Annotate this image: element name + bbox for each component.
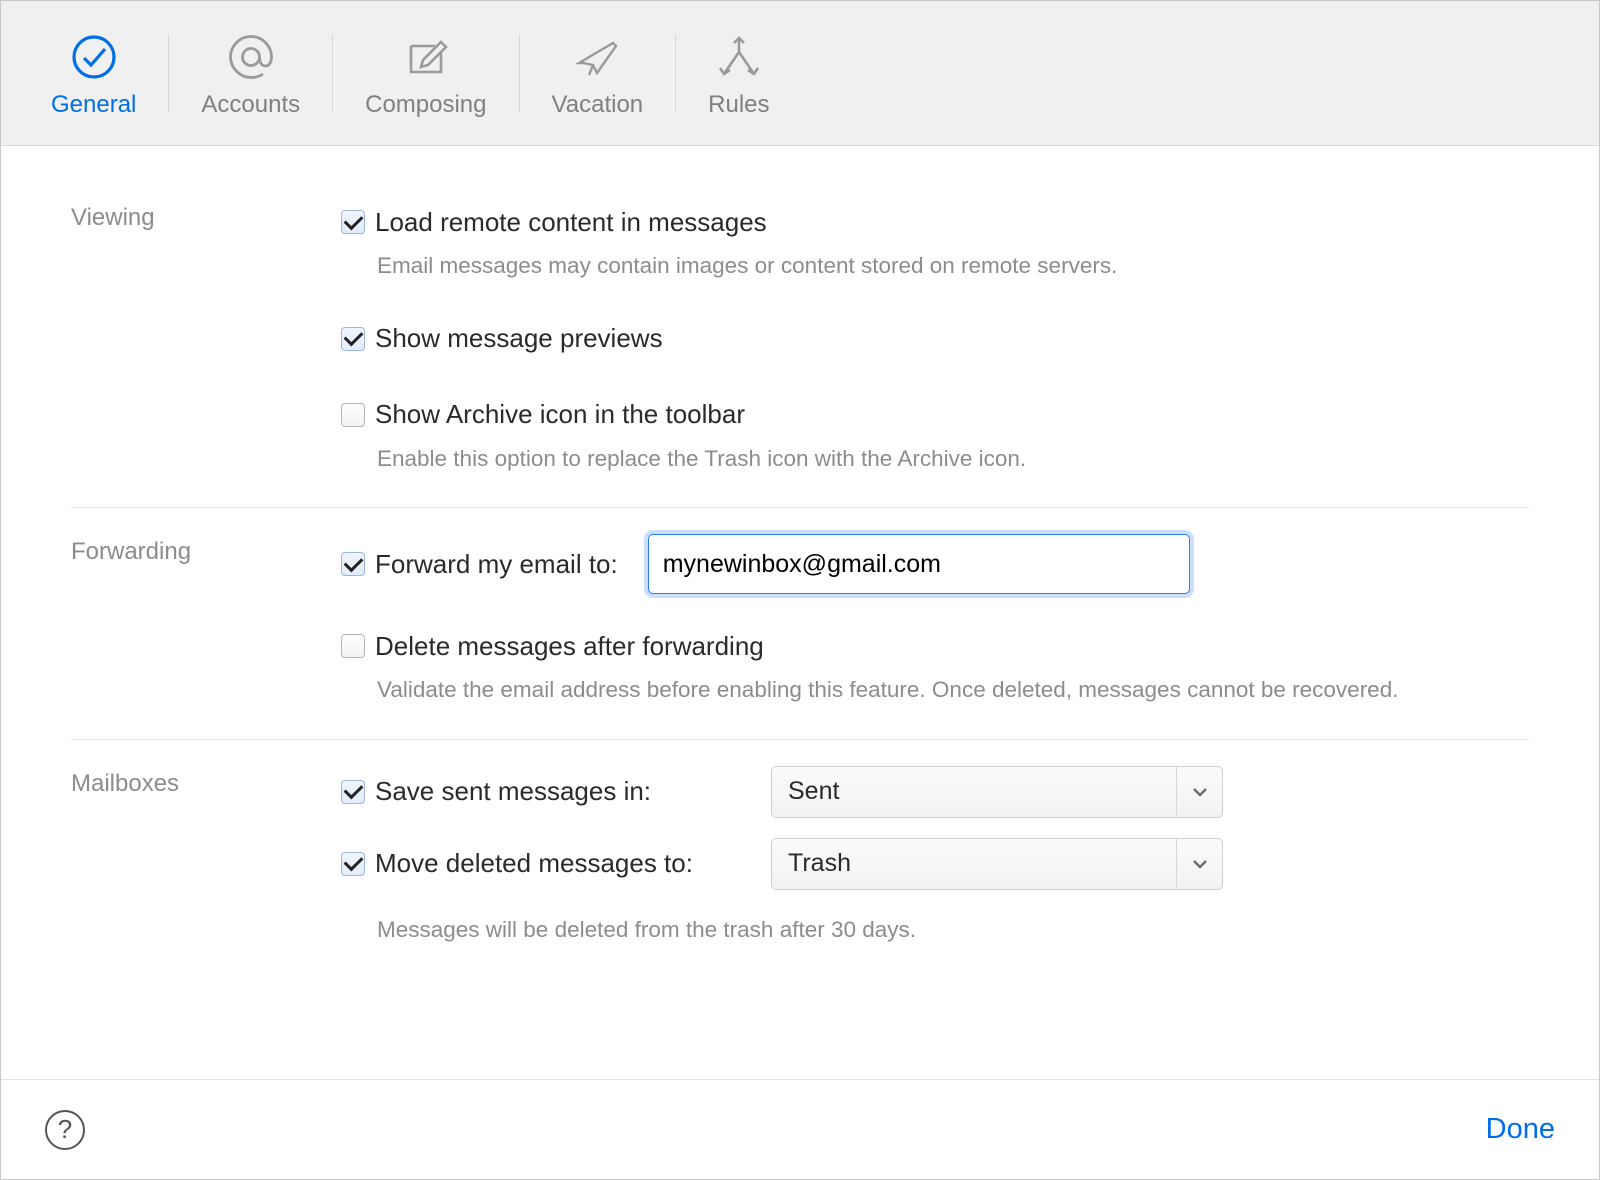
help-text: Messages will be deleted from the trash … — [341, 914, 1441, 947]
select-value: Sent — [788, 777, 1176, 806]
section-heading: Forwarding — [71, 534, 341, 707]
checkbox-forward[interactable] — [341, 552, 365, 576]
tab-label: General — [51, 91, 136, 119]
select-move-deleted[interactable]: Trash — [771, 838, 1223, 890]
forward-email-input[interactable] — [648, 534, 1190, 594]
option-delete-after: Delete messages after forwarding — [341, 624, 1529, 668]
option-load-remote: Load remote content in messages — [341, 200, 1529, 244]
checkbox-delete-after[interactable] — [341, 634, 365, 658]
option-label: Forward my email to: — [375, 549, 618, 580]
tab-vacation[interactable]: Vacation — [520, 18, 676, 128]
done-button[interactable]: Done — [1486, 1113, 1555, 1146]
question-mark-icon: ? — [58, 1114, 72, 1145]
option-save-sent: Save sent messages in: Sent — [341, 766, 1529, 818]
rules-icon — [716, 27, 762, 87]
section-forwarding: Forwarding Forward my email to: Delete m… — [71, 507, 1529, 739]
content: Viewing Load remote content in messages … — [1, 146, 1599, 1079]
chevron-down-icon — [1176, 767, 1222, 817]
help-text: Enable this option to replace the Trash … — [341, 443, 1441, 476]
checkmark-circle-icon — [71, 27, 117, 87]
tab-label: Vacation — [552, 91, 644, 119]
tab-label: Rules — [708, 91, 769, 119]
help-button[interactable]: ? — [45, 1110, 85, 1150]
section-viewing: Viewing Load remote content in messages … — [71, 182, 1529, 507]
checkbox-show-previews[interactable] — [341, 327, 365, 351]
tab-label: Accounts — [201, 91, 300, 119]
checkbox-show-archive[interactable] — [341, 403, 365, 427]
at-sign-icon — [228, 27, 274, 87]
help-text: Validate the email address before enabli… — [341, 674, 1441, 707]
option-label: Load remote content in messages — [375, 207, 767, 238]
chevron-down-icon — [1176, 839, 1222, 889]
option-forward: Forward my email to: — [341, 534, 1529, 594]
tab-accounts[interactable]: Accounts — [169, 18, 332, 128]
checkbox-save-sent[interactable] — [341, 780, 365, 804]
footer: ? Done — [1, 1079, 1599, 1179]
tab-composing[interactable]: Composing — [333, 18, 518, 128]
tab-rules[interactable]: Rules — [676, 18, 801, 128]
select-value: Trash — [788, 849, 1176, 878]
toolbar: General Accounts Composing — [1, 1, 1599, 146]
airplane-icon — [573, 27, 621, 87]
tab-general[interactable]: General — [19, 18, 168, 128]
checkbox-load-remote[interactable] — [341, 210, 365, 234]
help-text: Email messages may contain images or con… — [341, 250, 1441, 283]
checkbox-move-deleted[interactable] — [341, 852, 365, 876]
option-label: Save sent messages in: — [375, 776, 651, 807]
option-label: Move deleted messages to: — [375, 848, 693, 879]
section-mailboxes: Mailboxes Save sent messages in: Sent — [71, 739, 1529, 979]
select-save-sent[interactable]: Sent — [771, 766, 1223, 818]
section-heading: Mailboxes — [71, 766, 341, 947]
option-show-previews: Show message previews — [341, 317, 1529, 361]
compose-icon — [403, 27, 449, 87]
option-label: Show Archive icon in the toolbar — [375, 399, 745, 430]
option-move-deleted: Move deleted messages to: Trash — [341, 838, 1529, 890]
tab-label: Composing — [365, 91, 486, 119]
preferences-window: General Accounts Composing — [0, 0, 1600, 1180]
option-label: Delete messages after forwarding — [375, 631, 764, 662]
option-show-archive: Show Archive icon in the toolbar — [341, 393, 1529, 437]
section-heading: Viewing — [71, 200, 341, 475]
option-label: Show message previews — [375, 323, 663, 354]
